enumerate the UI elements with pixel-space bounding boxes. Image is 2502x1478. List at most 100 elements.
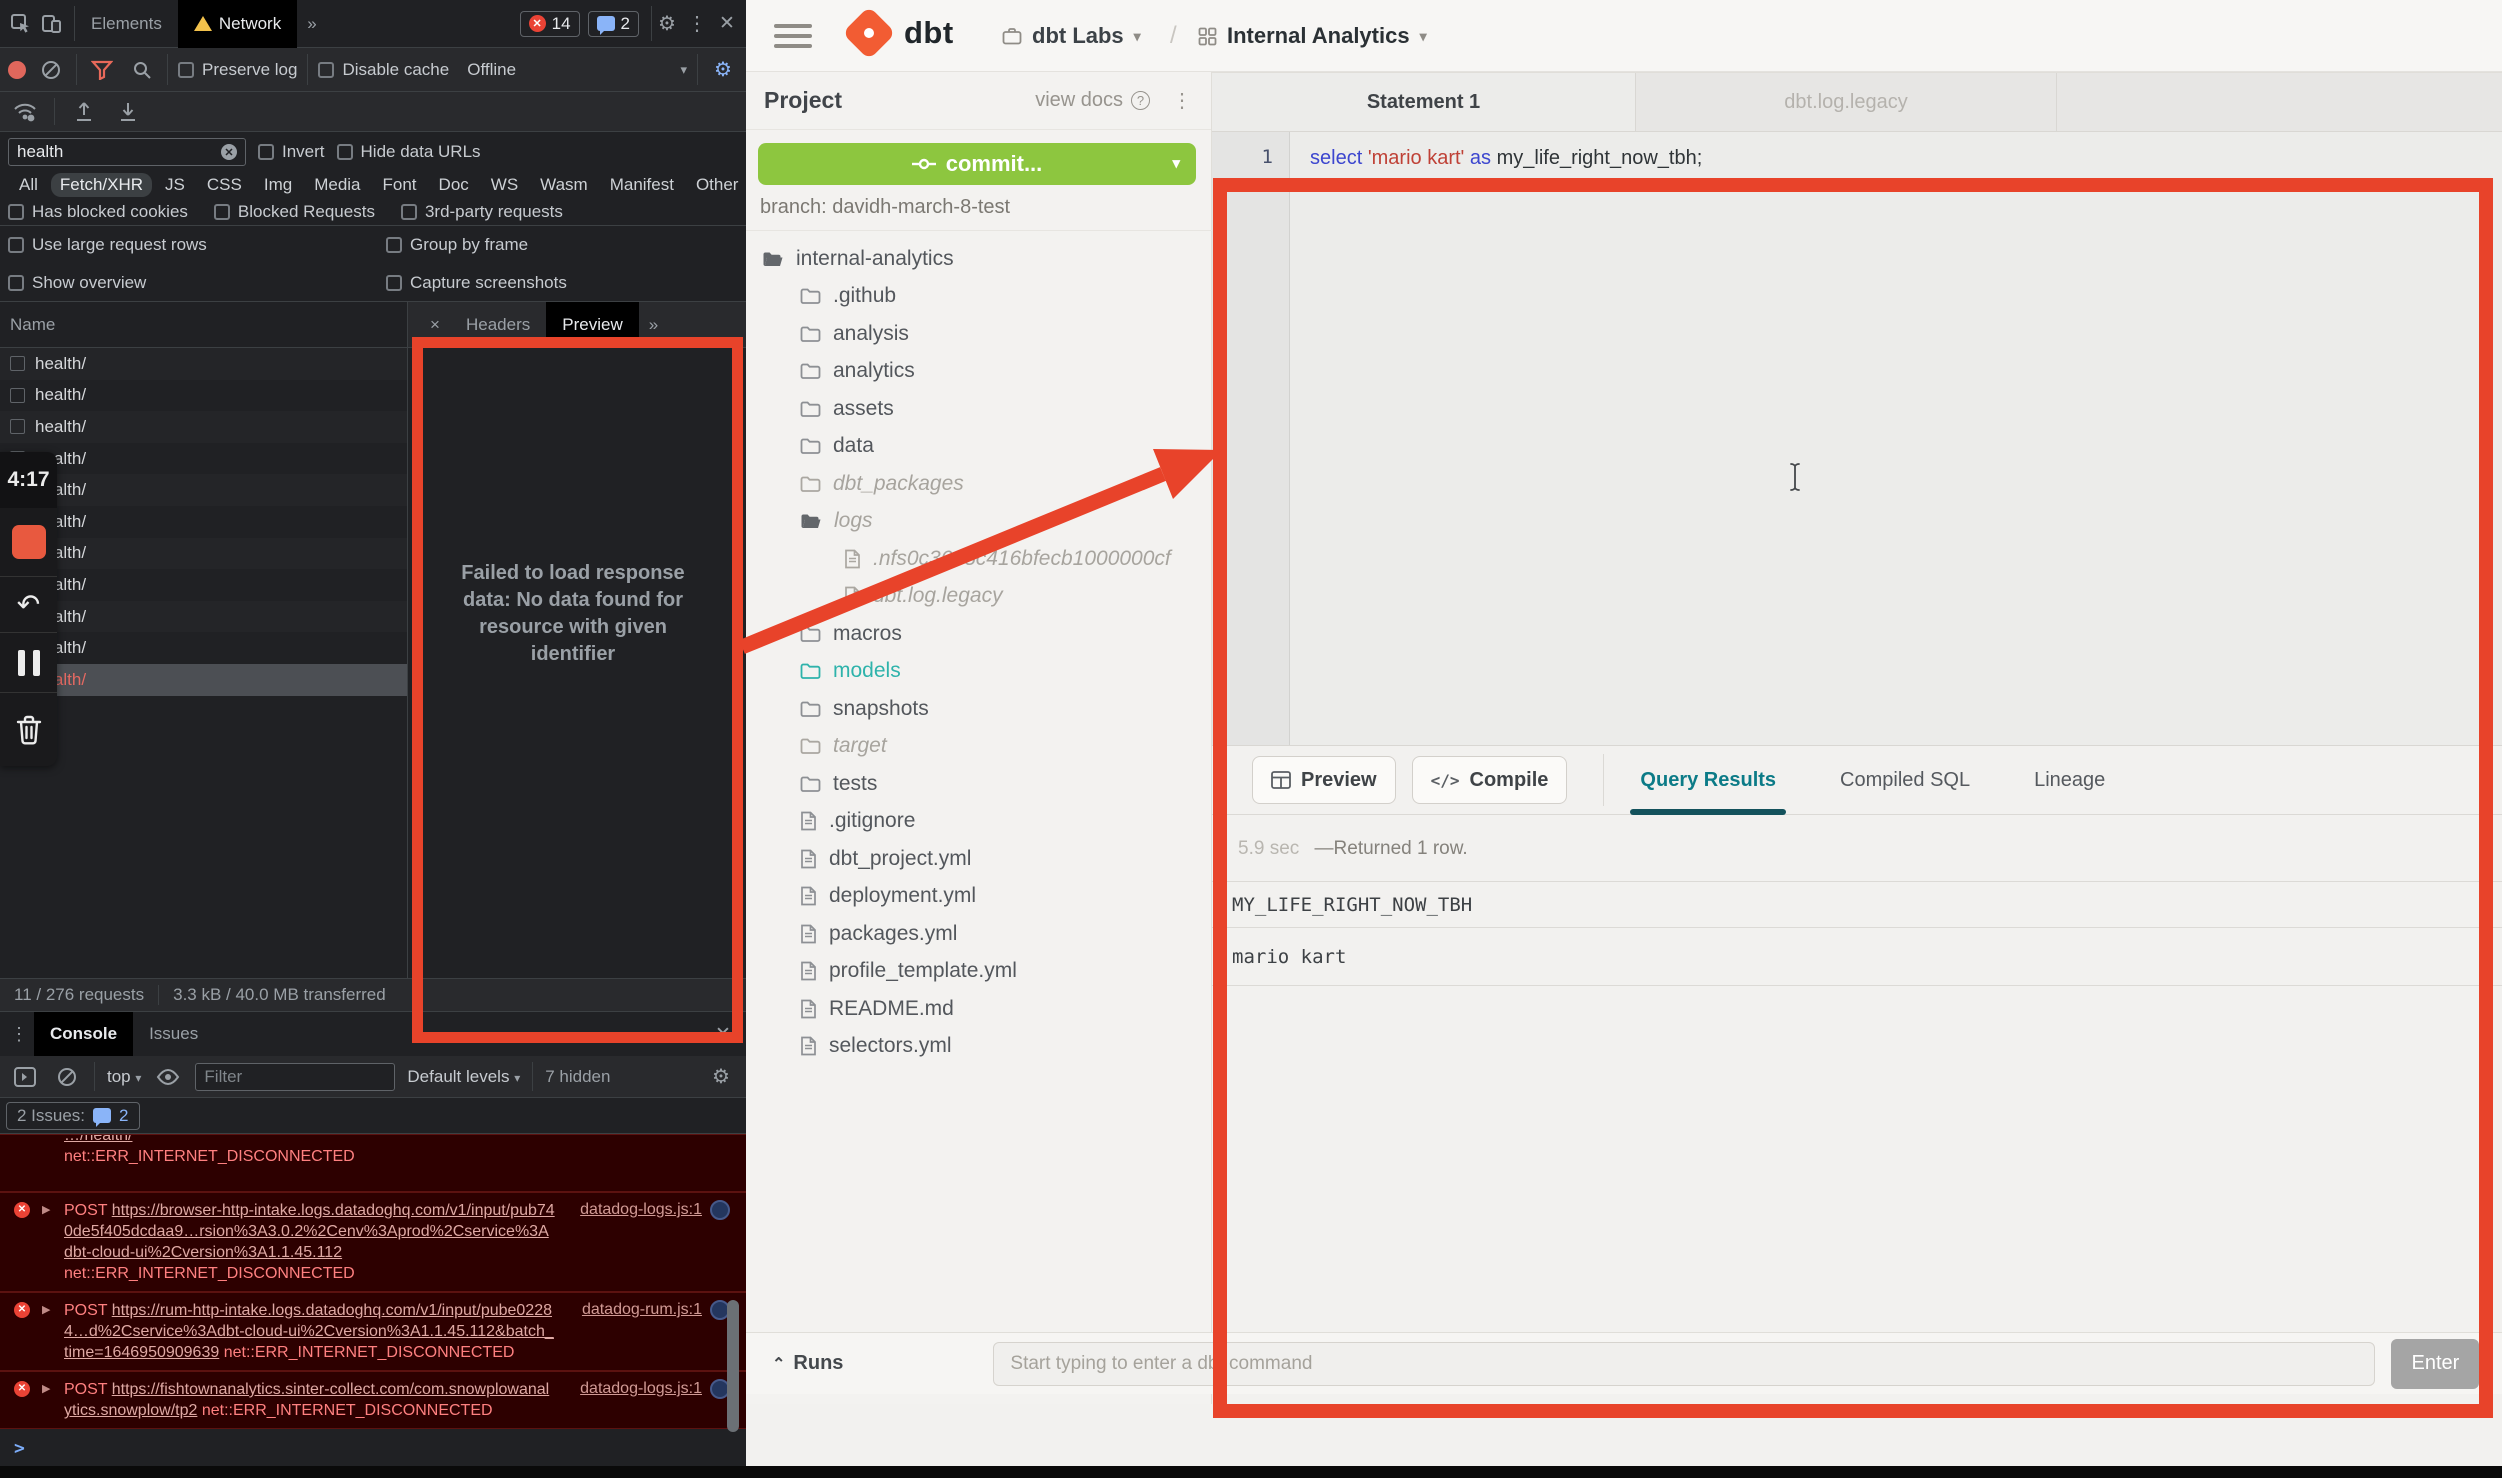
source-link[interactable]: datadog-logs.js:1	[580, 1200, 702, 1220]
search-icon[interactable]	[127, 55, 157, 85]
console-kebab-menu-icon[interactable]: ⋮	[4, 1019, 34, 1049]
tree-item--gitignore[interactable]: .gitignore	[746, 803, 1212, 841]
type-filter-fetchxhr[interactable]: Fetch/XHR	[51, 173, 152, 197]
type-filter-js[interactable]: JS	[156, 173, 194, 197]
tab-query-results[interactable]: Query Results	[1640, 746, 1776, 815]
issues-summary-chip[interactable]: 2 Issues: 2	[6, 1102, 140, 1130]
tab-headers[interactable]: Headers	[450, 302, 546, 348]
commit-options-chevron-icon[interactable]: ▾	[1172, 154, 1180, 172]
type-filter-wasm[interactable]: Wasm	[531, 173, 597, 197]
tree-item-profile-template-yml[interactable]: profile_template.yml	[746, 953, 1212, 991]
filter-icon[interactable]	[87, 55, 117, 85]
tree-item--github[interactable]: .github	[746, 278, 1212, 316]
tree-item-models[interactable]: models	[746, 653, 1212, 691]
hamburger-menu-icon[interactable]	[774, 24, 812, 48]
hide-data-urls-checkbox[interactable]: Hide data URLs	[337, 142, 481, 162]
clear-filter-icon[interactable]: ✕	[221, 144, 237, 160]
tree-item-dbt-packages[interactable]: dbt_packages	[746, 465, 1212, 503]
tab-preview[interactable]: Preview	[546, 302, 638, 348]
type-filter-img[interactable]: Img	[255, 173, 301, 197]
tree-item-deployment-yml[interactable]: deployment.yml	[746, 878, 1212, 916]
dbt-logo[interactable]: dbt	[850, 14, 954, 52]
console-sidebar-icon[interactable]	[10, 1062, 40, 1092]
tree-item-selectors-yml[interactable]: selectors.yml	[746, 1028, 1212, 1066]
pause-recording-button[interactable]	[0, 633, 57, 693]
request-url-link[interactable]: https://browser-http-intake.logs.datadog…	[64, 1202, 555, 1261]
restart-recording-button[interactable]: ↶	[0, 577, 57, 633]
dbt-command-input[interactable]: Start typing to enter a dbt command	[993, 1342, 2375, 1386]
tab-network[interactable]: Network	[178, 0, 297, 48]
use-large-request-rows-checkbox[interactable]: Use large request rows	[8, 235, 207, 255]
type-filter-doc[interactable]: Doc	[430, 173, 478, 197]
view-docs-link[interactable]: view docs ?	[1035, 89, 1150, 112]
clear-console-icon[interactable]	[52, 1062, 82, 1092]
type-filter-ws[interactable]: WS	[482, 173, 527, 197]
kebab-menu-icon[interactable]: ⋮	[682, 9, 712, 39]
tree-item-analytics[interactable]: analytics	[746, 353, 1212, 391]
error-count-badge[interactable]: ✕ 14	[520, 11, 580, 37]
preview-button[interactable]: Preview	[1252, 756, 1396, 804]
request-row[interactable]: health/	[0, 411, 407, 443]
inspect-element-icon[interactable]	[6, 9, 36, 39]
request-row[interactable]: health/	[0, 348, 407, 380]
tree-item-data[interactable]: data	[746, 428, 1212, 466]
expand-triangle-icon[interactable]: ▶	[42, 1379, 50, 1399]
console-scrollbar[interactable]	[727, 1300, 739, 1432]
close-devtools-icon[interactable]: ✕	[712, 9, 742, 39]
request-row[interactable]: health/	[0, 380, 407, 412]
request-row[interactable]: health/	[0, 506, 407, 538]
tab-compiled-sql[interactable]: Compiled SQL	[1840, 746, 1970, 815]
source-link[interactable]: datadog-logs.js:1	[580, 1379, 702, 1399]
throttling-chevron-icon[interactable]: ▾	[680, 62, 687, 78]
enter-button[interactable]: Enter	[2391, 1339, 2479, 1389]
tab-elements[interactable]: Elements	[75, 0, 178, 48]
tab-statement-1[interactable]: Statement 1	[1212, 73, 1636, 131]
capture-screenshots-checkbox[interactable]: Capture screenshots	[386, 273, 567, 293]
record-network-log-icon[interactable]	[8, 61, 26, 79]
request-row[interactable]: health/	[0, 569, 407, 601]
request-row[interactable]: health/	[0, 601, 407, 633]
type-filter-css[interactable]: CSS	[198, 173, 251, 197]
request-row[interactable]: health/	[0, 474, 407, 506]
commit-button[interactable]: commit... ▾	[758, 143, 1196, 185]
type-filter-manifest[interactable]: Manifest	[601, 173, 683, 197]
name-column-header[interactable]: Name	[0, 302, 407, 348]
tree-item-snapshots[interactable]: snapshots	[746, 690, 1212, 728]
tree-item-internal-analytics[interactable]: internal-analytics	[746, 240, 1212, 278]
compile-button[interactable]: </> Compile	[1412, 756, 1568, 804]
import-har-icon[interactable]	[69, 97, 99, 127]
settings-gear-icon[interactable]: ⚙	[652, 9, 682, 39]
stop-recording-button[interactable]	[0, 508, 57, 577]
tree-item-tests[interactable]: tests	[746, 765, 1212, 803]
network-filter-input[interactable]: health ✕	[8, 138, 246, 166]
tab-lineage[interactable]: Lineage	[2034, 746, 2105, 815]
type-filter-media[interactable]: Media	[305, 173, 369, 197]
tree-item-target[interactable]: target	[746, 728, 1212, 766]
tree-item-packages-yml[interactable]: packages.yml	[746, 915, 1212, 953]
third-party-requests-checkbox[interactable]: 3rd-party requests	[401, 202, 563, 222]
tab-console[interactable]: Console	[34, 1012, 133, 1056]
expand-triangle-icon[interactable]: ▶	[42, 1200, 50, 1220]
device-toolbar-icon[interactable]	[36, 9, 66, 39]
account-switcher[interactable]: dbt Labs ▾	[1002, 0, 1141, 72]
disable-cache-checkbox[interactable]: Disable cache	[318, 60, 449, 80]
blocked-requests-checkbox[interactable]: Blocked Requests	[214, 202, 375, 222]
project-switcher[interactable]: Internal Analytics ▾	[1198, 0, 1427, 72]
tree-item-macros[interactable]: macros	[746, 615, 1212, 653]
console-filter-input[interactable]: Filter	[195, 1063, 395, 1091]
issue-count-badge[interactable]: 2	[588, 11, 639, 37]
clear-network-log-icon[interactable]	[36, 55, 66, 85]
expand-triangle-icon[interactable]: ▶	[42, 1300, 50, 1320]
request-row[interactable]: health/	[0, 664, 407, 696]
group-by-frame-checkbox[interactable]: Group by frame	[386, 235, 528, 255]
throttling-select[interactable]: Offline	[467, 60, 516, 80]
delete-recording-button[interactable]	[0, 693, 57, 766]
export-har-icon[interactable]	[113, 97, 143, 127]
more-tabs-chevron[interactable]: »	[297, 0, 326, 48]
source-link[interactable]: datadog-rum.js:1	[582, 1300, 702, 1320]
invert-checkbox[interactable]: Invert	[258, 142, 325, 162]
request-row[interactable]: health/	[0, 538, 407, 570]
request-row[interactable]: health/	[0, 443, 407, 475]
sql-editor[interactable]: 1 select 'mario kart' as my_life_right_n…	[1212, 132, 2502, 745]
detail-more-tabs-chevron[interactable]: »	[639, 302, 668, 348]
